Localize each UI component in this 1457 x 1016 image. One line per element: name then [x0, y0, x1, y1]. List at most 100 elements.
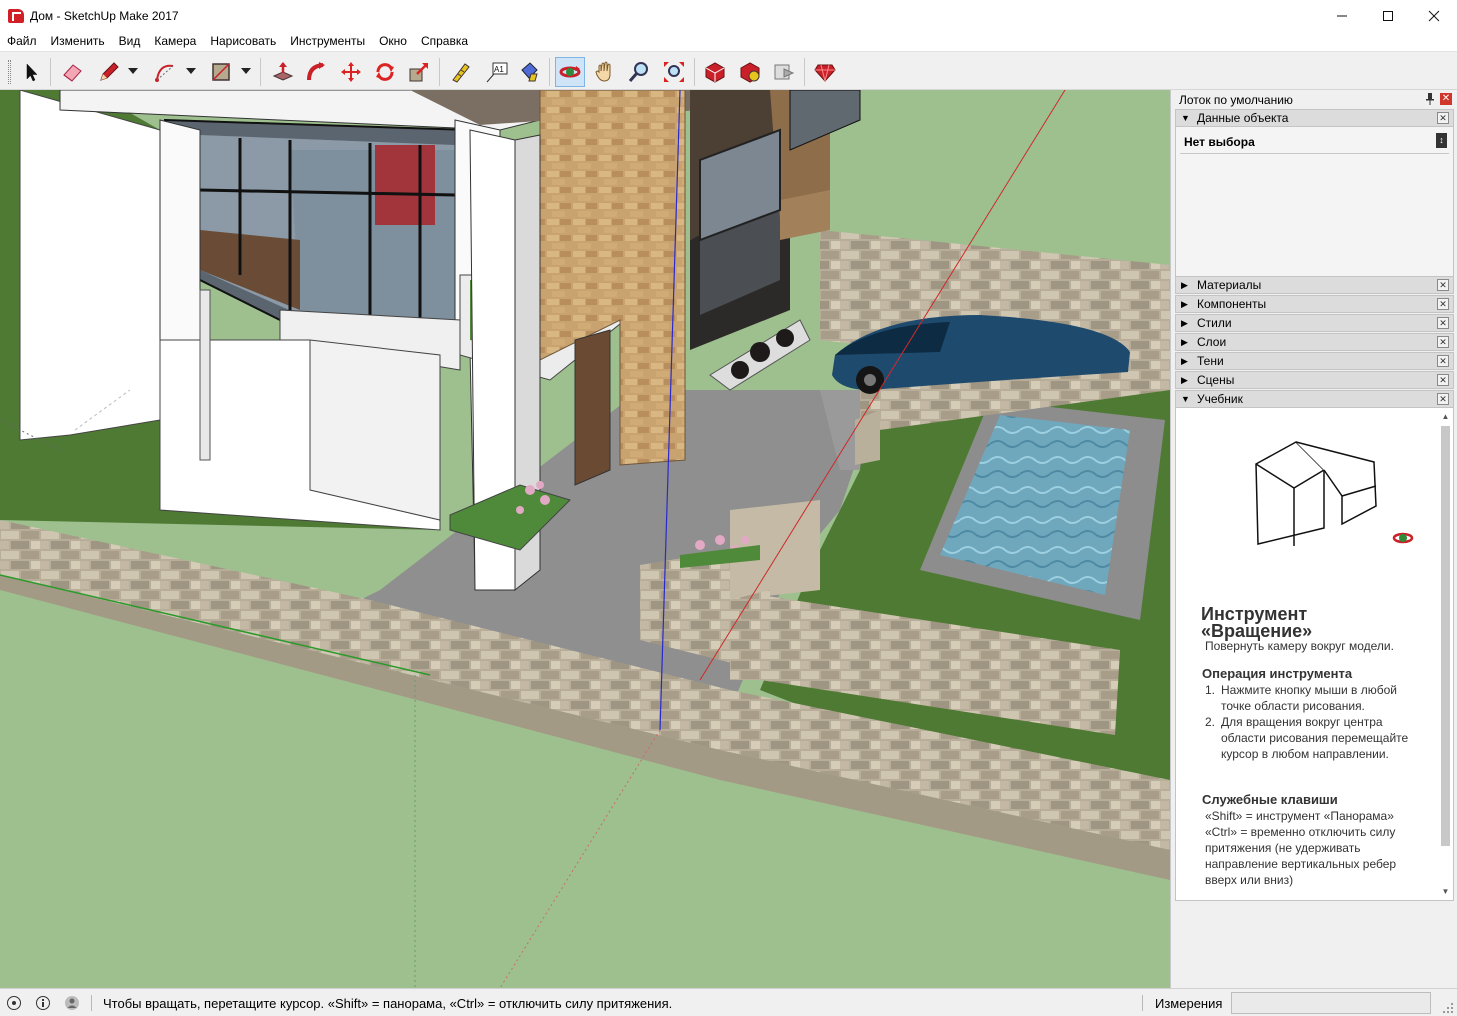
- paint-bucket-tool[interactable]: [514, 57, 544, 87]
- push-pull-tool[interactable]: [268, 57, 298, 87]
- warehouse-icon: [705, 62, 725, 83]
- panel-close-button[interactable]: ✕: [1437, 336, 1449, 348]
- hand-icon: [595, 61, 611, 82]
- minimize-button[interactable]: [1319, 0, 1365, 31]
- sketchup-window: Дом - SketchUp Make 2017 Файл Изменить В…: [0, 0, 1457, 1016]
- toolbar: A1: [0, 51, 1457, 90]
- instructor-scrollbar[interactable]: ▲ ▼: [1440, 412, 1451, 899]
- collapsed-triangle-icon: ▶: [1181, 374, 1188, 385]
- panel-close-button[interactable]: ✕: [1437, 317, 1449, 329]
- text-tool[interactable]: A1: [482, 57, 512, 87]
- follow-me-icon: [307, 62, 325, 81]
- push-pull-icon: [272, 62, 294, 81]
- panel-label: Стили: [1197, 316, 1232, 330]
- arc-tool-dropdown[interactable]: [186, 66, 196, 76]
- panel-close-button[interactable]: ✕: [1437, 298, 1449, 310]
- move-icon: [341, 62, 361, 82]
- collapsed-triangle-icon: ▶: [1181, 336, 1188, 347]
- panel-components[interactable]: ▶ Компоненты ✕: [1175, 295, 1454, 313]
- panel-close-button[interactable]: ✕: [1437, 374, 1449, 386]
- panel-materials[interactable]: ▶ Материалы ✕: [1175, 276, 1454, 294]
- rotate-icon: [376, 63, 394, 81]
- menu-file[interactable]: Файл: [0, 31, 44, 51]
- panel-styles[interactable]: ▶ Стили ✕: [1175, 314, 1454, 332]
- measurements-input[interactable]: [1231, 992, 1431, 1014]
- rotate-tool[interactable]: [370, 57, 400, 87]
- close-button[interactable]: [1411, 0, 1457, 31]
- zoom-extents-tool[interactable]: [659, 57, 689, 87]
- zoom-tool[interactable]: [624, 57, 654, 87]
- panel-entity-info[interactable]: ▼ Данные объекта ✕: [1175, 109, 1454, 127]
- collapsed-triangle-icon: ▶: [1181, 279, 1188, 290]
- move-tool[interactable]: [336, 57, 366, 87]
- menu-help[interactable]: Справка: [414, 31, 475, 51]
- minimize-icon: [1337, 15, 1347, 16]
- panel-instructor[interactable]: ▼ Учебник ✕: [1175, 390, 1454, 408]
- menu-camera[interactable]: Камера: [147, 31, 203, 51]
- panel-close-button[interactable]: ✕: [1437, 355, 1449, 367]
- maximize-icon: [1383, 10, 1393, 21]
- maximize-button[interactable]: [1365, 0, 1411, 31]
- geo-location-icon[interactable]: [6, 995, 22, 1011]
- instructor-operation-heading: Операция инструмента: [1202, 666, 1353, 681]
- rectangle-icon: [212, 63, 230, 81]
- panel-shadows[interactable]: ▶ Тени ✕: [1175, 352, 1454, 370]
- tape-measure-icon: [452, 63, 470, 83]
- toolbar-separator: [260, 58, 261, 86]
- window-title: Дом - SketchUp Make 2017: [30, 8, 179, 23]
- tape-measure-tool[interactable]: [446, 57, 476, 87]
- pin-icon[interactable]: [1425, 93, 1435, 105]
- toolbar-grip[interactable]: [8, 60, 11, 84]
- panel-label: Материалы: [1197, 278, 1262, 292]
- panel-close-button[interactable]: ✕: [1437, 393, 1449, 405]
- window-controls: [1319, 0, 1457, 31]
- panel-label: Учебник: [1197, 392, 1243, 406]
- entity-info-content: Нет выбора ↕: [1175, 127, 1454, 283]
- orbit-tool[interactable]: [555, 57, 585, 87]
- panel-label: Данные объекта: [1197, 111, 1289, 125]
- entity-info-toggle-button[interactable]: ↕: [1436, 133, 1447, 148]
- scroll-thumb[interactable]: [1441, 426, 1450, 846]
- menu-tools[interactable]: Инструменты: [283, 31, 372, 51]
- shape-tool[interactable]: [206, 57, 236, 87]
- scale-icon: [409, 63, 428, 82]
- divider: [91, 995, 92, 1011]
- follow-me-tool[interactable]: [301, 57, 331, 87]
- menu-edit[interactable]: Изменить: [44, 31, 112, 51]
- menu-draw[interactable]: Нарисовать: [203, 31, 283, 51]
- drawing-area[interactable]: [0, 90, 1170, 988]
- 3d-warehouse-button[interactable]: [700, 57, 730, 87]
- panel-close-button[interactable]: ✕: [1437, 279, 1449, 291]
- pan-tool[interactable]: [590, 57, 620, 87]
- panel-close-button[interactable]: ✕: [1437, 112, 1449, 124]
- menu-view[interactable]: Вид: [112, 31, 148, 51]
- scroll-up-button[interactable]: ▲: [1440, 412, 1451, 424]
- panel-layers[interactable]: ▶ Слои ✕: [1175, 333, 1454, 351]
- arc-tool[interactable]: [150, 57, 180, 87]
- text-tool-glyph: A1: [494, 65, 504, 74]
- select-tool[interactable]: [16, 57, 46, 87]
- sketchup-logo-icon: [8, 8, 24, 23]
- toolbar-separator: [50, 58, 51, 86]
- credits-icon[interactable]: [35, 995, 51, 1011]
- ruby-console-button[interactable]: [810, 57, 840, 87]
- orbit-icon: [559, 66, 581, 78]
- menu-window[interactable]: Окно: [372, 31, 414, 51]
- sign-in-icon[interactable]: [64, 995, 80, 1011]
- instructor-title-line2: «Вращение»: [1201, 621, 1313, 641]
- chevron-down-icon: [241, 68, 251, 74]
- scale-tool[interactable]: [404, 57, 434, 87]
- send-to-layout-button[interactable]: [769, 57, 799, 87]
- shape-tool-dropdown[interactable]: [241, 66, 251, 76]
- scroll-down-button[interactable]: ▼: [1440, 887, 1451, 899]
- expanded-triangle-icon: ▼: [1181, 113, 1190, 123]
- resize-grip-icon[interactable]: [1443, 1003, 1453, 1013]
- eraser-tool[interactable]: [57, 57, 87, 87]
- tray-close-button[interactable]: ✕: [1440, 93, 1452, 105]
- panel-scenes[interactable]: ▶ Сцены ✕: [1175, 371, 1454, 389]
- arc-icon: [155, 64, 174, 82]
- zoom-extents-icon: [664, 62, 684, 82]
- line-tool[interactable]: [94, 57, 124, 87]
- line-tool-dropdown[interactable]: [128, 66, 138, 76]
- extension-warehouse-button[interactable]: [735, 57, 765, 87]
